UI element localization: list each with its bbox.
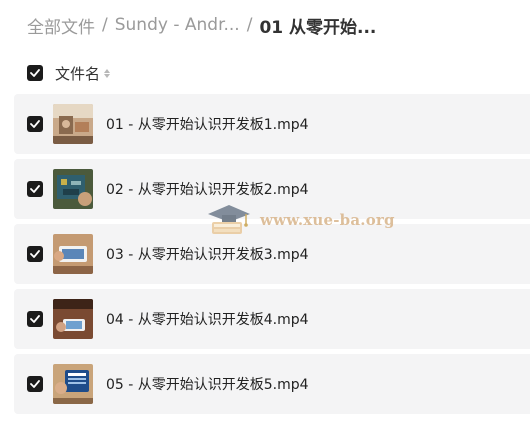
watermark-text: www.xue-ba.org: [260, 211, 395, 229]
file-name[interactable]: 02 - 从零开始认识开发板2.mp4: [106, 179, 309, 199]
video-thumbnail[interactable]: [53, 364, 93, 404]
breadcrumb-separator: /: [246, 15, 253, 35]
breadcrumb-separator: /: [102, 15, 108, 35]
file-row[interactable]: 05 - 从零开始认识开发板5.mp4: [14, 354, 530, 414]
row-checkbox[interactable]: [27, 181, 43, 197]
checkmark-icon: [30, 120, 40, 128]
video-thumbnail[interactable]: [53, 104, 93, 144]
row-checkbox[interactable]: [27, 311, 43, 327]
file-name[interactable]: 01 - 从零开始认识开发板1.mp4: [106, 114, 309, 134]
file-row[interactable]: 04 - 从零开始认识开发板4.mp4: [14, 289, 530, 349]
row-checkbox[interactable]: [27, 116, 43, 132]
file-row[interactable]: 01 - 从零开始认识开发板1.mp4: [14, 94, 530, 154]
breadcrumb-folder-sundy[interactable]: Sundy - Andr...: [115, 15, 240, 35]
row-checkbox[interactable]: [27, 376, 43, 392]
breadcrumb: 全部文件 / Sundy - Andr... / 01 从零开始...: [27, 12, 376, 38]
list-header: 文件名: [27, 62, 111, 84]
watermark: www.xue-ba.org: [204, 200, 395, 240]
file-list: 01 - 从零开始认识开发板1.mp4 02 - 从零开始认识开发板2.mp4: [14, 94, 530, 419]
video-thumbnail[interactable]: [53, 169, 93, 209]
sort-icon[interactable]: [104, 66, 111, 80]
file-name[interactable]: 03 - 从零开始认识开发板3.mp4: [106, 244, 309, 264]
checkmark-icon: [30, 315, 40, 323]
checkmark-icon: [30, 380, 40, 388]
checkmark-icon: [30, 185, 40, 193]
file-name[interactable]: 04 - 从零开始认识开发板4.mp4: [106, 309, 309, 329]
breadcrumb-all-files[interactable]: 全部文件: [27, 13, 95, 38]
checkmark-icon: [30, 250, 40, 258]
video-thumbnail[interactable]: [53, 234, 93, 274]
video-thumbnail[interactable]: [53, 299, 93, 339]
breadcrumb-current-folder: 01 从零开始...: [259, 17, 377, 38]
column-header-filename[interactable]: 文件名: [55, 63, 100, 84]
select-all-checkbox[interactable]: [27, 65, 43, 81]
file-browser: 全部文件 / Sundy - Andr... / 01 从零开始... 文件名: [0, 0, 530, 425]
checkmark-icon: [30, 69, 40, 77]
file-name[interactable]: 05 - 从零开始认识开发板5.mp4: [106, 374, 309, 394]
graduation-cap-book-icon: [208, 205, 250, 234]
row-checkbox[interactable]: [27, 246, 43, 262]
